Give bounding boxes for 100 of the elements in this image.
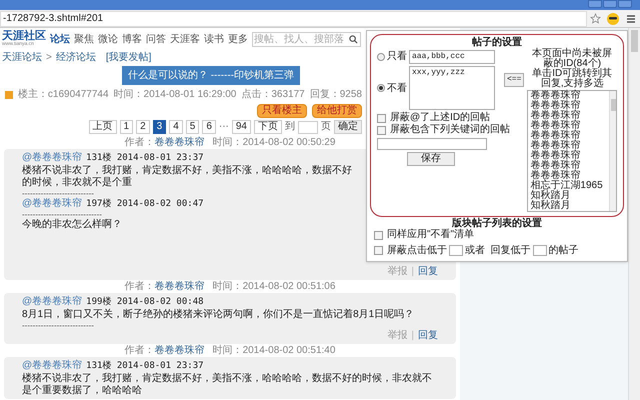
id-list-item[interactable]: 卷卷卷珠帘 bbox=[528, 161, 609, 171]
id-list-item[interactable]: 卷卷卷珠帘 bbox=[528, 151, 609, 161]
thread-meta: 点击：363177 bbox=[241, 88, 305, 102]
breadcrumb-link[interactable]: 经济论坛 bbox=[56, 50, 96, 64]
post-text: 8月1日，窗口又不关，断子绝孙的楼猪来评论两句啊，你们不是一直惦记着8月1日呢吗？ bbox=[22, 309, 416, 321]
page-gap: ··· bbox=[218, 121, 229, 133]
nav-link[interactable]: 微论 bbox=[98, 32, 118, 46]
radio-label: 只看 bbox=[387, 50, 407, 64]
radio-button[interactable] bbox=[377, 52, 385, 60]
post-author: 作者：卷卷卷珠帘 bbox=[124, 280, 205, 293]
replies-field[interactable] bbox=[532, 245, 547, 256]
id-listbox[interactable]: 卷卷卷珠帘 卷卷卷珠帘 卷卷卷珠帘 卷卷卷珠帘 卷卷卷珠帘 卷卷卷珠帘 卷卷卷珠帘 卷卷卷珠帘 卷卷卷珠帘 相忘于江湖1965 知秋踏月 知秋踏月 bbox=[527, 90, 617, 212]
quote-info: 197楼 2014-08-02 00:47 bbox=[86, 198, 204, 210]
breadcrumb-separator: > bbox=[46, 50, 52, 64]
post-action-link[interactable]: 回复 bbox=[418, 266, 438, 278]
id-list-item[interactable]: 相忘于江湖1965 bbox=[528, 181, 609, 191]
id-list-item[interactable]: 卷卷卷珠帘 bbox=[528, 91, 609, 101]
star-icon[interactable] bbox=[590, 13, 601, 24]
list-hint: 本页面中尚未被屏蔽的ID(84个) bbox=[531, 49, 614, 69]
nav-link[interactable]: 天涯客 bbox=[170, 32, 200, 46]
dash-line: --------------------------- bbox=[22, 322, 95, 329]
action-separator: | bbox=[411, 266, 414, 278]
confirm-button[interactable]: 确定 bbox=[334, 120, 362, 134]
page-button[interactable]: 94 bbox=[232, 120, 251, 134]
checkbox[interactable] bbox=[374, 246, 383, 255]
search-icon[interactable] bbox=[349, 34, 358, 44]
id-list-item[interactable]: 卷卷卷珠帘 bbox=[528, 111, 609, 121]
breadcrumb-link[interactable]: 天涯论坛 bbox=[2, 50, 42, 64]
menu-icon[interactable] bbox=[626, 14, 636, 24]
save-button[interactable]: 保存 bbox=[407, 152, 455, 166]
page-number-field[interactable] bbox=[298, 120, 318, 134]
post-author: 作者：卷卷卷珠帘 bbox=[124, 344, 205, 357]
checkbox[interactable] bbox=[377, 114, 386, 122]
jump-label: 到 bbox=[285, 121, 295, 133]
id-list-item[interactable]: 知秋踏月 bbox=[528, 201, 609, 211]
search-field[interactable]: 搜帖、找人、搜部落 bbox=[252, 32, 361, 46]
dash-line: ------------------------------ bbox=[22, 211, 102, 218]
id-list-item[interactable]: 知秋踏月 bbox=[528, 191, 609, 201]
extension-icon[interactable] bbox=[606, 12, 620, 26]
page-button[interactable]: 4 bbox=[169, 120, 183, 134]
thread-meta: 时间：2014-08-01 16:29:00 bbox=[114, 88, 236, 102]
nav-link[interactable]: 博客 bbox=[122, 32, 142, 46]
id-list-item[interactable]: 卷卷卷珠帘 bbox=[528, 141, 609, 151]
exclude-ids-field[interactable]: xxx,yyy,zzz bbox=[409, 66, 495, 110]
list-hint: 单击ID可跳转到其回复,支持多选 bbox=[531, 69, 614, 89]
page-button[interactable]: 6 bbox=[202, 120, 216, 134]
nav-link[interactable]: 问答 bbox=[146, 32, 166, 46]
jump-label: 页 bbox=[321, 121, 331, 133]
dash-line: --------------------------- bbox=[22, 190, 95, 197]
page-button[interactable]: 2 bbox=[136, 120, 150, 134]
checkbox-label: 屏蔽包含下列关键词的回帖 bbox=[390, 124, 510, 136]
checkbox[interactable] bbox=[374, 230, 383, 240]
filter-text: 的帖子 bbox=[548, 244, 579, 258]
section-title: 版块帖子列表的设置 bbox=[452, 218, 543, 229]
id-list-item[interactable]: 卷卷卷珠帘 bbox=[528, 101, 609, 111]
mention-link[interactable]: @卷卷卷珠帘 bbox=[22, 360, 82, 372]
page-button[interactable]: 1 bbox=[120, 120, 134, 134]
checkbox-label: 屏蔽@了上述ID的回帖 bbox=[390, 112, 490, 124]
post-time: 时间：2014-08-02 00:51:06 bbox=[212, 280, 336, 293]
prev-page-button[interactable]: 上页 bbox=[88, 120, 116, 134]
checkbox[interactable] bbox=[377, 126, 386, 134]
thread-title: 什么是可以说的？ -------印钞机第三弹 bbox=[122, 66, 300, 85]
new-post-link[interactable]: [我要发帖] bbox=[106, 50, 152, 64]
list-scrollbar[interactable] bbox=[609, 91, 616, 211]
page-button[interactable]: 5 bbox=[186, 120, 200, 134]
panel-title: 帖子的设置 bbox=[471, 37, 523, 49]
mention-link[interactable]: @卷卷卷珠帘 bbox=[22, 296, 82, 308]
post-time: 时间：2014-08-02 00:50:29 bbox=[212, 136, 336, 149]
site-logo[interactable]: 天涯社区 bbox=[2, 31, 46, 42]
post-text: 今晚的非农怎么样啊？ bbox=[22, 219, 123, 231]
quote-info: 131楼 2014-08-01 23:37 bbox=[86, 152, 204, 164]
nav-link[interactable]: 更多 bbox=[228, 32, 248, 46]
quote-info: 131楼 2014-08-01 23:37 bbox=[86, 360, 204, 372]
nav-link[interactable]: 聚焦 bbox=[74, 32, 94, 46]
radio-button[interactable] bbox=[377, 84, 385, 92]
badge-icon bbox=[4, 90, 13, 98]
url-field[interactable]: -1728792-3.shtml#201 bbox=[0, 10, 587, 26]
keyword-field[interactable] bbox=[377, 138, 487, 150]
nav-link[interactable]: 论坛 bbox=[50, 32, 70, 46]
post-author: 作者：卷卷卷珠帘 bbox=[124, 136, 205, 149]
next-page-button[interactable]: 下页 bbox=[254, 120, 282, 134]
post-action-link[interactable]: 回复 bbox=[418, 330, 438, 342]
nav-link[interactable]: 读书 bbox=[204, 32, 224, 46]
clicks-field[interactable] bbox=[449, 245, 463, 256]
thread-meta: 楼主：c1690477744 bbox=[18, 88, 109, 102]
page-button[interactable]: 3 bbox=[152, 120, 166, 134]
mention-link[interactable]: @卷卷卷珠帘 bbox=[22, 152, 82, 164]
quote-info: 199楼 2014-08-02 00:48 bbox=[86, 296, 204, 308]
move-button[interactable]: <== bbox=[504, 72, 524, 86]
page-scrollbar[interactable] bbox=[628, 28, 640, 400]
mention-link[interactable]: @卷卷卷珠帘 bbox=[22, 198, 82, 210]
action-separator: | bbox=[411, 330, 414, 342]
id-list-item[interactable]: 卷卷卷珠帘 bbox=[528, 131, 609, 141]
radio-label: 不看 bbox=[387, 82, 407, 96]
checkbox-label: 同样应用"不看"清单 bbox=[387, 229, 474, 241]
id-list-item[interactable]: 卷卷卷珠帘 bbox=[528, 121, 609, 131]
include-ids-field[interactable]: aaa,bbb,ccc bbox=[409, 50, 495, 64]
post-time: 时间：2014-08-02 00:51:40 bbox=[212, 344, 336, 357]
id-list-item[interactable]: 卷卷卷珠帘 bbox=[528, 171, 609, 181]
post-text: 楼猪不说非农了，我打赌，肯定数据不好，美指不涨，哈哈哈哈，数据不好的时候，非农就不是个重要数据了，哈哈哈哈 bbox=[22, 373, 433, 397]
